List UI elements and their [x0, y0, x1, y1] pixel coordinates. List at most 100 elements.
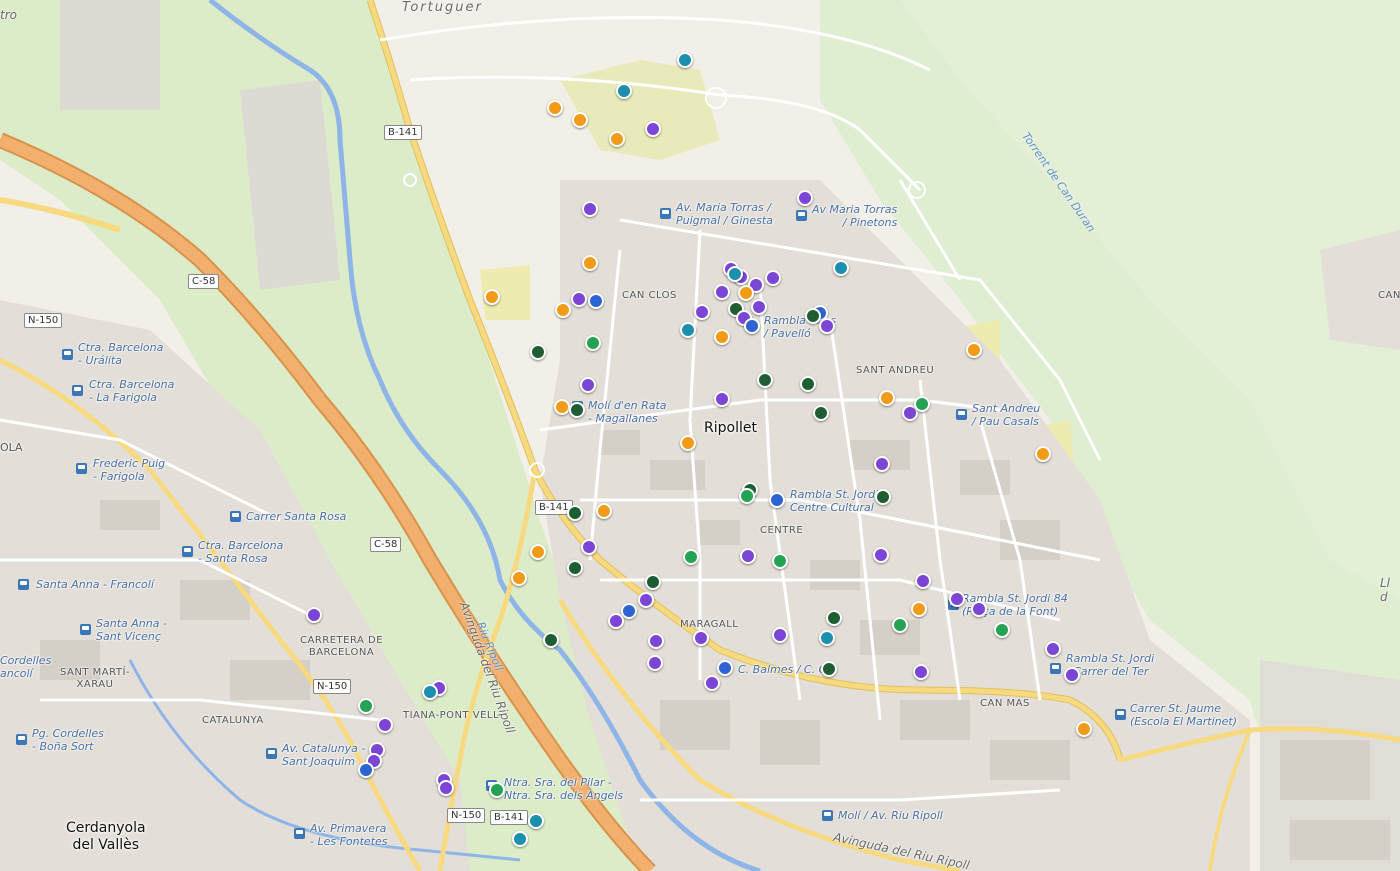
map-marker-purple[interactable] [949, 591, 965, 607]
bus-stop-icon[interactable] [796, 210, 807, 221]
map-marker-teal[interactable] [833, 260, 849, 276]
map-marker-orange[interactable] [572, 112, 588, 128]
map-marker-blue[interactable] [621, 603, 637, 619]
bus-stop-icon[interactable] [660, 208, 671, 219]
map-marker-teal[interactable] [680, 322, 696, 338]
map-marker-orange[interactable] [1035, 446, 1051, 462]
map-marker-purple[interactable] [915, 573, 931, 589]
bus-stop-icon[interactable] [62, 349, 73, 360]
map-marker-purple[interactable] [306, 607, 322, 623]
map-marker-purple[interactable] [913, 664, 929, 680]
bus-stop-icon[interactable] [16, 734, 27, 745]
map-marker-green[interactable] [772, 553, 788, 569]
map-marker-purple[interactable] [1045, 641, 1061, 657]
map-marker-teal[interactable] [727, 266, 743, 282]
map-marker-teal[interactable] [616, 83, 632, 99]
map-marker-dark-green[interactable] [567, 505, 583, 521]
map-marker-purple[interactable] [638, 592, 654, 608]
map-marker-dark-green[interactable] [826, 610, 842, 626]
bus-stop-icon[interactable] [1115, 709, 1126, 720]
map-marker-orange[interactable] [554, 399, 570, 415]
bus-stop-icon[interactable] [230, 511, 241, 522]
map-marker-dark-green[interactable] [800, 376, 816, 392]
map-marker-purple[interactable] [797, 190, 813, 206]
map-marker-blue[interactable] [358, 762, 374, 778]
bus-stop-icon[interactable] [80, 624, 91, 635]
map-marker-orange[interactable] [680, 435, 696, 451]
bus-stop-icon[interactable] [294, 828, 305, 839]
map-marker-orange[interactable] [966, 342, 982, 358]
map-marker-green[interactable] [358, 698, 374, 714]
map-marker-orange[interactable] [1076, 721, 1092, 737]
bus-stop-icon[interactable] [956, 409, 967, 420]
map-marker-orange[interactable] [555, 302, 571, 318]
bus-stop-icon[interactable] [266, 748, 277, 759]
map-marker-purple[interactable] [608, 613, 624, 629]
map-marker-purple[interactable] [971, 601, 987, 617]
map-marker-dark-green[interactable] [645, 574, 661, 590]
map-marker-orange[interactable] [530, 544, 546, 560]
map-marker-green[interactable] [914, 396, 930, 412]
map-marker-dark-green[interactable] [569, 402, 585, 418]
map-marker-blue[interactable] [769, 492, 785, 508]
map-marker-purple[interactable] [571, 291, 587, 307]
map-marker-purple[interactable] [377, 717, 393, 733]
map-marker-purple[interactable] [693, 630, 709, 646]
bus-stop-icon[interactable] [72, 385, 83, 396]
map-marker-purple[interactable] [1064, 667, 1080, 683]
map-marker-blue[interactable] [717, 660, 733, 676]
map-marker-orange[interactable] [582, 255, 598, 271]
map-marker-dark-green[interactable] [757, 372, 773, 388]
map-marker-dark-green[interactable] [821, 661, 837, 677]
map-marker-orange[interactable] [738, 285, 754, 301]
map-marker-dark-green[interactable] [875, 489, 891, 505]
map-marker-purple[interactable] [694, 304, 710, 320]
map-marker-orange[interactable] [547, 100, 563, 116]
map-marker-green[interactable] [489, 782, 505, 798]
map-marker-green[interactable] [585, 335, 601, 351]
map-marker-orange[interactable] [911, 601, 927, 617]
map-marker-purple[interactable] [645, 121, 661, 137]
map-marker-purple[interactable] [874, 456, 890, 472]
map-marker-purple[interactable] [765, 270, 781, 286]
map-marker-purple[interactable] [438, 780, 454, 796]
map-marker-purple[interactable] [873, 547, 889, 563]
map-marker-green[interactable] [739, 488, 755, 504]
bus-stop-icon[interactable] [822, 810, 833, 821]
map-marker-purple[interactable] [581, 539, 597, 555]
map-marker-purple[interactable] [704, 675, 720, 691]
map-marker-orange[interactable] [511, 570, 527, 586]
map-marker-orange[interactable] [596, 503, 612, 519]
map-marker-purple[interactable] [772, 627, 788, 643]
map-marker-orange[interactable] [879, 390, 895, 406]
map-marker-purple[interactable] [714, 284, 730, 300]
map-view[interactable]: Ripollet Cerdanyola del Vallès CAN CLOS … [0, 0, 1400, 871]
map-marker-orange[interactable] [714, 329, 730, 345]
map-marker-green[interactable] [994, 622, 1010, 638]
bus-stop-icon[interactable] [18, 579, 29, 590]
bus-stop-icon[interactable] [182, 546, 193, 557]
map-marker-orange[interactable] [484, 289, 500, 305]
map-marker-teal[interactable] [512, 831, 528, 847]
map-marker-purple[interactable] [580, 377, 596, 393]
map-marker-dark-green[interactable] [805, 308, 821, 324]
map-marker-dark-green[interactable] [530, 344, 546, 360]
map-marker-teal[interactable] [422, 684, 438, 700]
map-marker-dark-green[interactable] [813, 405, 829, 421]
map-marker-purple[interactable] [751, 299, 767, 315]
map-marker-blue[interactable] [744, 318, 760, 334]
map-marker-purple[interactable] [647, 655, 663, 671]
map-marker-dark-green[interactable] [567, 560, 583, 576]
map-marker-purple[interactable] [714, 391, 730, 407]
bus-stop-icon[interactable] [1050, 663, 1061, 674]
map-marker-teal[interactable] [528, 813, 544, 829]
map-marker-purple[interactable] [740, 548, 756, 564]
map-marker-purple[interactable] [819, 318, 835, 334]
map-marker-dark-green[interactable] [543, 632, 559, 648]
map-marker-teal[interactable] [819, 630, 835, 646]
map-marker-orange[interactable] [609, 131, 625, 147]
bus-stop-icon[interactable] [76, 463, 87, 474]
map-marker-green[interactable] [683, 549, 699, 565]
map-marker-green[interactable] [892, 617, 908, 633]
map-marker-purple[interactable] [648, 633, 664, 649]
